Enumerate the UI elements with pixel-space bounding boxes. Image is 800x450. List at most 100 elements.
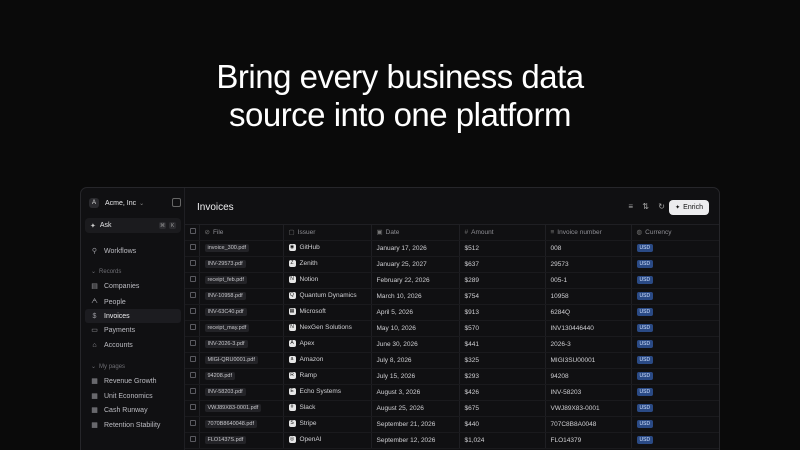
chevron-down-icon: ⌄ (139, 200, 145, 207)
issuer-cell: ◉ GitHub (283, 240, 372, 257)
column-header-issuer[interactable]: ▢ Issuer (283, 225, 372, 241)
table-row[interactable]: MIGI-QRU0001.pdf a Amazon July 8, 2026 $325 M… (185, 352, 719, 369)
issuer-cell: # Slack (283, 400, 372, 417)
table-row[interactable]: 94208.pdf R Ramp July 15, 2026 $293 94208 USD (185, 368, 719, 385)
invoice-number-cell: 707C8B8A0048 (545, 416, 632, 433)
file-cell[interactable]: 7070B8640048.pdf (199, 416, 284, 433)
column-header-file[interactable]: ⊘ File (199, 225, 284, 241)
file-cell[interactable]: invoice_300.pdf (199, 240, 284, 257)
amount-cell: $289 (459, 272, 546, 289)
table-header-row: ⊘ File ▢ Issuer ▣ Date # Amount ≡ Invoice num… (185, 225, 719, 241)
filter-icon[interactable]: ≡ (628, 202, 633, 211)
date-cell: September 21, 2026 (371, 416, 460, 433)
row-checkbox[interactable] (185, 256, 200, 273)
file-cell[interactable]: INV-63C40.pdf (199, 304, 284, 321)
file-cell[interactable]: MIGI-QRU0001.pdf (199, 352, 284, 369)
sidebar-item-accounts[interactable]: ⌂ Accounts (85, 338, 181, 352)
currency-cell: USD (631, 272, 719, 289)
amount-cell: $637 (459, 256, 546, 273)
currency-cell: USD (631, 400, 719, 417)
invoices-table: ⊘ File ▢ Issuer ▣ Date # Amount ≡ Invoice num… (185, 225, 719, 449)
currency-badge: USD (636, 404, 654, 412)
table-row[interactable]: FLO1437S.pdf ◎ OpenAI September 12, 2026 $1,… (185, 432, 719, 449)
amount-cell: $426 (459, 384, 546, 401)
table-row[interactable]: receipt_may.pdf N NexGen Solutions May 10, … (185, 320, 719, 337)
row-checkbox[interactable] (185, 288, 200, 305)
ask-button[interactable]: ✦ Ask ⌘ K (85, 218, 181, 233)
issuer-logo-icon: N (288, 324, 296, 332)
invoice-icon: $ (92, 312, 97, 320)
row-checkbox[interactable] (185, 304, 200, 321)
sort-icon[interactable]: ⇅ (642, 202, 649, 211)
column-header-date[interactable]: ▣ Date (371, 225, 460, 241)
table-row[interactable]: VWJ89X83-0001.pdf # Slack August 25, 2026 $6… (185, 400, 719, 417)
sidebar-item-retention-stability[interactable]: ▦ Retention Stability (85, 418, 181, 432)
row-checkbox[interactable] (185, 336, 200, 353)
row-checkbox[interactable] (185, 240, 200, 257)
file-icon: ⊘ (204, 229, 210, 237)
invoice-number-cell: 008 (545, 240, 632, 257)
sidebar-item-unit-economics[interactable]: ▦ Unit Economics (85, 389, 181, 403)
enrich-button[interactable]: ✦ Enrich (669, 200, 709, 215)
table-row[interactable]: INV-10958.pdf Q Quantum Dynamics March 10, … (185, 288, 719, 305)
row-checkbox[interactable] (185, 352, 200, 369)
currency-badge: USD (636, 372, 654, 380)
sidebar-item-invoices[interactable]: $ Invoices (85, 309, 181, 323)
file-cell[interactable]: receipt_may.pdf (199, 320, 284, 337)
building-icon: ▤ (91, 283, 98, 290)
file-cell[interactable]: 94208.pdf (199, 368, 284, 385)
row-checkbox[interactable] (185, 384, 200, 401)
row-checkbox[interactable] (185, 400, 200, 417)
column-header-currency[interactable]: ◍ Currency (631, 225, 719, 241)
row-checkbox[interactable] (185, 320, 200, 337)
file-cell[interactable]: INV-2026-3.pdf (199, 336, 284, 353)
date-cell: May 10, 2026 (371, 320, 460, 337)
refresh-icon[interactable]: ↻ (658, 202, 665, 211)
sidebar-item-revenue-growth[interactable]: ▦ Revenue Growth (85, 374, 181, 388)
column-header-amount[interactable]: # Amount (459, 225, 546, 241)
currency-cell: USD (631, 320, 719, 337)
sparkle-icon: ✦ (90, 222, 96, 230)
select-all-checkbox[interactable] (185, 225, 200, 241)
currency-cell: USD (631, 416, 719, 433)
sidebar-item-companies[interactable]: ▤ Companies (85, 279, 181, 293)
date-cell: March 10, 2026 (371, 288, 460, 305)
currency-cell: USD (631, 384, 719, 401)
records-group-header[interactable]: ⌄ Records (91, 268, 121, 275)
issuer-cell: Q Quantum Dynamics (283, 288, 372, 305)
file-cell[interactable]: INV-58203.pdf (199, 384, 284, 401)
amount-cell: $441 (459, 336, 546, 353)
currency-badge: USD (636, 340, 654, 348)
invoice-number-cell: VWJ89X83-0001 (545, 400, 632, 417)
file-cell[interactable]: INV-10958.pdf (199, 288, 284, 305)
table-row[interactable]: receipt_feb.pdf N Notion February 22, 2026 $… (185, 272, 719, 289)
file-cell[interactable]: FLO1437S.pdf (199, 432, 284, 449)
sidebar-item-payments[interactable]: ▭ Payments (85, 323, 181, 337)
table-row[interactable]: INV-2026-3.pdf A Apex June 30, 2026 $441 2026… (185, 336, 719, 353)
file-cell[interactable]: INV-29573.pdf (199, 256, 284, 273)
amount-cell: $754 (459, 288, 546, 305)
sidebar-item-cash-runway[interactable]: ▦ Cash Runway (85, 403, 181, 417)
sidebar-item-people[interactable]: ᗅ People (85, 295, 181, 309)
sidebar-toggle-icon[interactable] (172, 198, 181, 207)
workspace-switcher[interactable]: A Acme, Inc ⌄ (89, 197, 181, 209)
table-row[interactable]: 7070B8640048.pdf S Stripe September 21, 202… (185, 416, 719, 433)
row-checkbox[interactable] (185, 432, 200, 449)
workflow-icon: ⚲ (91, 248, 98, 255)
file-cell[interactable]: VWJ89X83-0001.pdf (199, 400, 284, 417)
file-cell[interactable]: receipt_feb.pdf (199, 272, 284, 289)
invoice-number-cell: FLO14379 (545, 432, 632, 449)
sidebar-item-workflows[interactable]: ⚲ Workflows (85, 244, 181, 258)
column-header-invoice-number[interactable]: ≡ Invoice number (545, 225, 632, 241)
table-row[interactable]: INV-58203.pdf E Echo Systems August 3, 2026… (185, 384, 719, 401)
pages-group-header[interactable]: ⌄ My pages (91, 363, 125, 370)
issuer-cell: A Apex (283, 336, 372, 353)
currency-badge: USD (636, 436, 654, 444)
issuer-logo-icon: ▦ (288, 308, 296, 316)
table-row[interactable]: INV-29573.pdf Z Zenith January 25, 2027 $637… (185, 256, 719, 273)
row-checkbox[interactable] (185, 368, 200, 385)
row-checkbox[interactable] (185, 272, 200, 289)
table-row[interactable]: INV-63C40.pdf ▦ Microsoft April 5, 2026 $913… (185, 304, 719, 321)
row-checkbox[interactable] (185, 416, 200, 433)
table-row[interactable]: invoice_300.pdf ◉ GitHub January 17, 2026 $5… (185, 240, 719, 257)
